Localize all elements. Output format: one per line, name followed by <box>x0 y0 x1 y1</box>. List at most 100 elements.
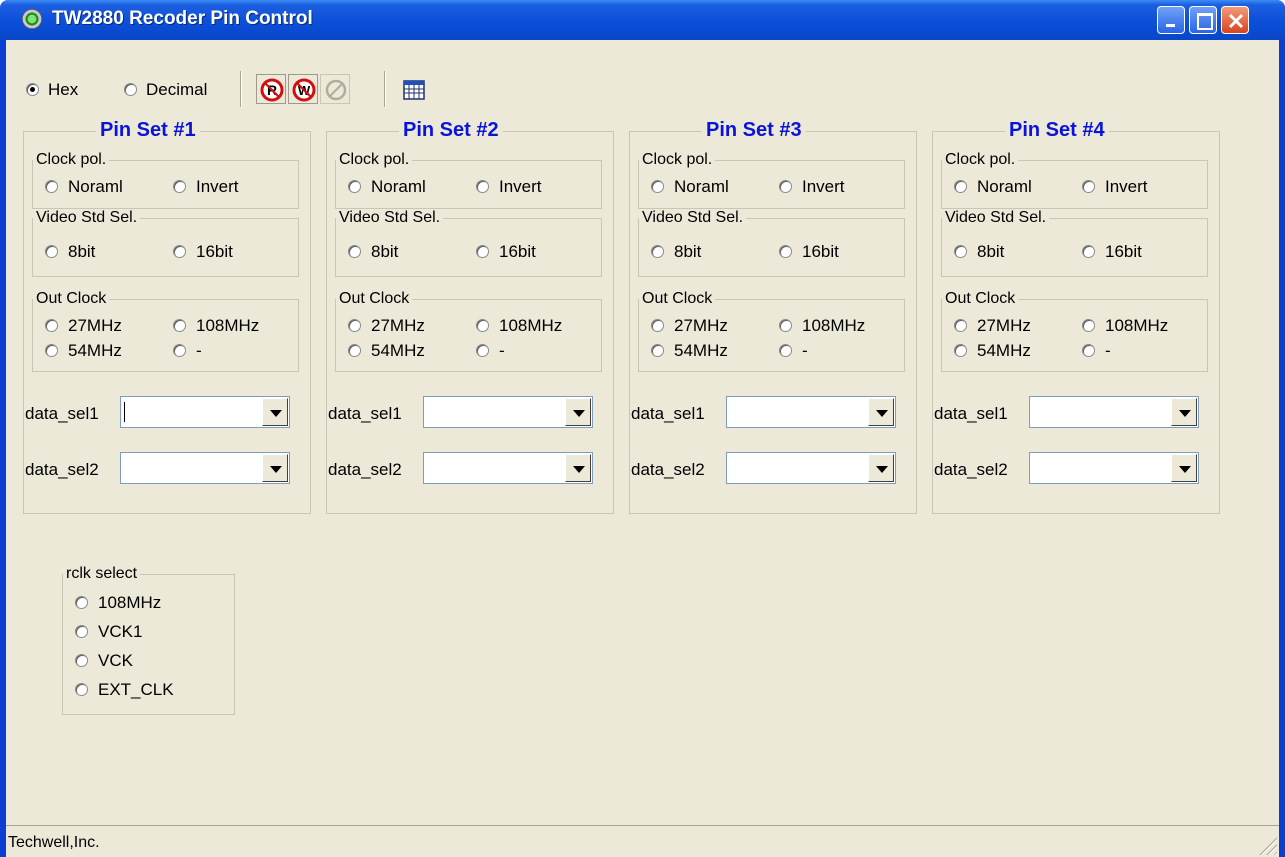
clock-pol-normal-radio[interactable]: Noraml <box>954 177 1032 197</box>
video-std-16bit-radio[interactable]: 16bit <box>779 242 839 262</box>
chevron-down-icon[interactable] <box>868 398 894 426</box>
clock-pol-invert-radio[interactable]: Invert <box>779 177 845 197</box>
video-std-8bit-radio[interactable]: 8bit <box>45 242 95 262</box>
radio-indicator[interactable] <box>75 653 88 667</box>
out-clock-108mhz-radio[interactable]: 108MHz <box>1082 316 1168 336</box>
radio-indicator[interactable] <box>651 244 664 258</box>
app-icon[interactable] <box>22 9 42 29</box>
radio-indicator[interactable] <box>173 343 186 357</box>
clock-pol-normal-radio[interactable]: Noraml <box>45 177 123 197</box>
hex-radio[interactable]: Hex <box>26 80 78 100</box>
radio-indicator[interactable] <box>779 343 792 357</box>
radio-indicator[interactable] <box>173 179 186 193</box>
radio-indicator[interactable] <box>45 343 58 357</box>
radio-indicator[interactable] <box>26 82 39 96</box>
out-clock-108mhz-radio[interactable]: 108MHz <box>476 316 562 336</box>
data-sel2-combo[interactable] <box>726 452 896 484</box>
video-std-8bit-radio[interactable]: 8bit <box>348 242 398 262</box>
out-clock-none-radio[interactable]: - <box>1082 341 1111 361</box>
table-button[interactable] <box>398 74 428 104</box>
radio-indicator[interactable] <box>651 343 664 357</box>
rclk-vck-radio[interactable]: VCK <box>75 651 133 671</box>
chevron-down-icon[interactable] <box>262 454 288 482</box>
radio-indicator[interactable] <box>173 318 186 332</box>
video-std-16bit-radio[interactable]: 16bit <box>476 242 536 262</box>
title-bar[interactable]: TW2880 Recoder Pin Control <box>0 0 1285 40</box>
radio-indicator[interactable] <box>124 82 137 96</box>
out-clock-54mhz-radio[interactable]: 54MHz <box>954 341 1031 361</box>
data-sel1-combo[interactable] <box>1029 396 1199 428</box>
video-std-8bit-radio[interactable]: 8bit <box>651 242 701 262</box>
radio-indicator[interactable] <box>75 624 88 638</box>
out-clock-none-radio[interactable]: - <box>476 341 505 361</box>
radio-indicator[interactable] <box>651 179 664 193</box>
data-sel2-combo[interactable] <box>120 452 290 484</box>
radio-indicator[interactable] <box>1082 179 1095 193</box>
clock-pol-invert-radio[interactable]: Invert <box>1082 177 1148 197</box>
radio-indicator[interactable] <box>954 179 967 193</box>
chevron-down-icon[interactable] <box>868 454 894 482</box>
clock-pol-invert-radio[interactable]: Invert <box>476 177 542 197</box>
radio-indicator[interactable] <box>779 244 792 258</box>
out-clock-27mhz-radio[interactable]: 27MHz <box>45 316 122 336</box>
radio-indicator[interactable] <box>1082 244 1095 258</box>
radio-indicator[interactable] <box>1082 318 1095 332</box>
video-std-16bit-radio[interactable]: 16bit <box>1082 242 1142 262</box>
rclk-108mhz-radio[interactable]: 108MHz <box>75 593 161 613</box>
radio-indicator[interactable] <box>348 179 361 193</box>
radio-indicator[interactable] <box>476 179 489 193</box>
radio-indicator[interactable] <box>954 244 967 258</box>
out-clock-54mhz-radio[interactable]: 54MHz <box>45 341 122 361</box>
write-button[interactable]: W <box>288 74 318 104</box>
out-clock-27mhz-radio[interactable]: 27MHz <box>954 316 1031 336</box>
decimal-radio[interactable]: Decimal <box>124 80 207 100</box>
radio-indicator[interactable] <box>348 318 361 332</box>
radio-indicator[interactable] <box>173 244 186 258</box>
clock-pol-invert-radio[interactable]: Invert <box>173 177 239 197</box>
out-clock-54mhz-radio[interactable]: 54MHz <box>348 341 425 361</box>
radio-indicator[interactable] <box>651 318 664 332</box>
radio-indicator[interactable] <box>476 343 489 357</box>
radio-indicator[interactable] <box>954 343 967 357</box>
clock-pol-normal-radio[interactable]: Noraml <box>651 177 729 197</box>
radio-indicator[interactable] <box>348 343 361 357</box>
data-sel1-combo[interactable] <box>726 396 896 428</box>
out-clock-108mhz-radio[interactable]: 108MHz <box>173 316 259 336</box>
radio-indicator[interactable] <box>476 318 489 332</box>
close-button[interactable] <box>1221 6 1249 34</box>
radio-indicator[interactable] <box>1082 343 1095 357</box>
rclk-ext-clk-radio[interactable]: EXT_CLK <box>75 680 174 700</box>
radio-indicator[interactable] <box>45 244 58 258</box>
read-button[interactable]: R <box>256 74 286 104</box>
chevron-down-icon[interactable] <box>262 398 288 426</box>
video-std-8bit-radio[interactable]: 8bit <box>954 242 1004 262</box>
chevron-down-icon[interactable] <box>565 398 591 426</box>
radio-indicator[interactable] <box>779 179 792 193</box>
radio-indicator[interactable] <box>476 244 489 258</box>
radio-indicator[interactable] <box>348 244 361 258</box>
out-clock-none-radio[interactable]: - <box>173 341 202 361</box>
radio-indicator[interactable] <box>779 318 792 332</box>
clock-pol-normal-radio[interactable]: Noraml <box>348 177 426 197</box>
data-sel2-combo[interactable] <box>1029 452 1199 484</box>
radio-indicator[interactable] <box>45 179 58 193</box>
data-sel2-combo[interactable] <box>423 452 593 484</box>
out-clock-54mhz-radio[interactable]: 54MHz <box>651 341 728 361</box>
maximize-button[interactable] <box>1189 6 1217 34</box>
resize-grip-icon[interactable] <box>1259 837 1277 855</box>
out-clock-108mhz-radio[interactable]: 108MHz <box>779 316 865 336</box>
minimize-button[interactable] <box>1157 6 1185 34</box>
chevron-down-icon[interactable] <box>565 454 591 482</box>
out-clock-27mhz-radio[interactable]: 27MHz <box>348 316 425 336</box>
video-std-16bit-radio[interactable]: 16bit <box>173 242 233 262</box>
out-clock-none-radio[interactable]: - <box>779 341 808 361</box>
chevron-down-icon[interactable] <box>1171 398 1197 426</box>
radio-indicator[interactable] <box>75 682 88 696</box>
radio-indicator[interactable] <box>75 595 88 609</box>
radio-indicator[interactable] <box>45 318 58 332</box>
data-sel1-combo[interactable] <box>423 396 593 428</box>
out-clock-27mhz-radio[interactable]: 27MHz <box>651 316 728 336</box>
chevron-down-icon[interactable] <box>1171 454 1197 482</box>
data-sel1-combo[interactable] <box>120 396 290 428</box>
rclk-vck1-radio[interactable]: VCK1 <box>75 622 142 642</box>
